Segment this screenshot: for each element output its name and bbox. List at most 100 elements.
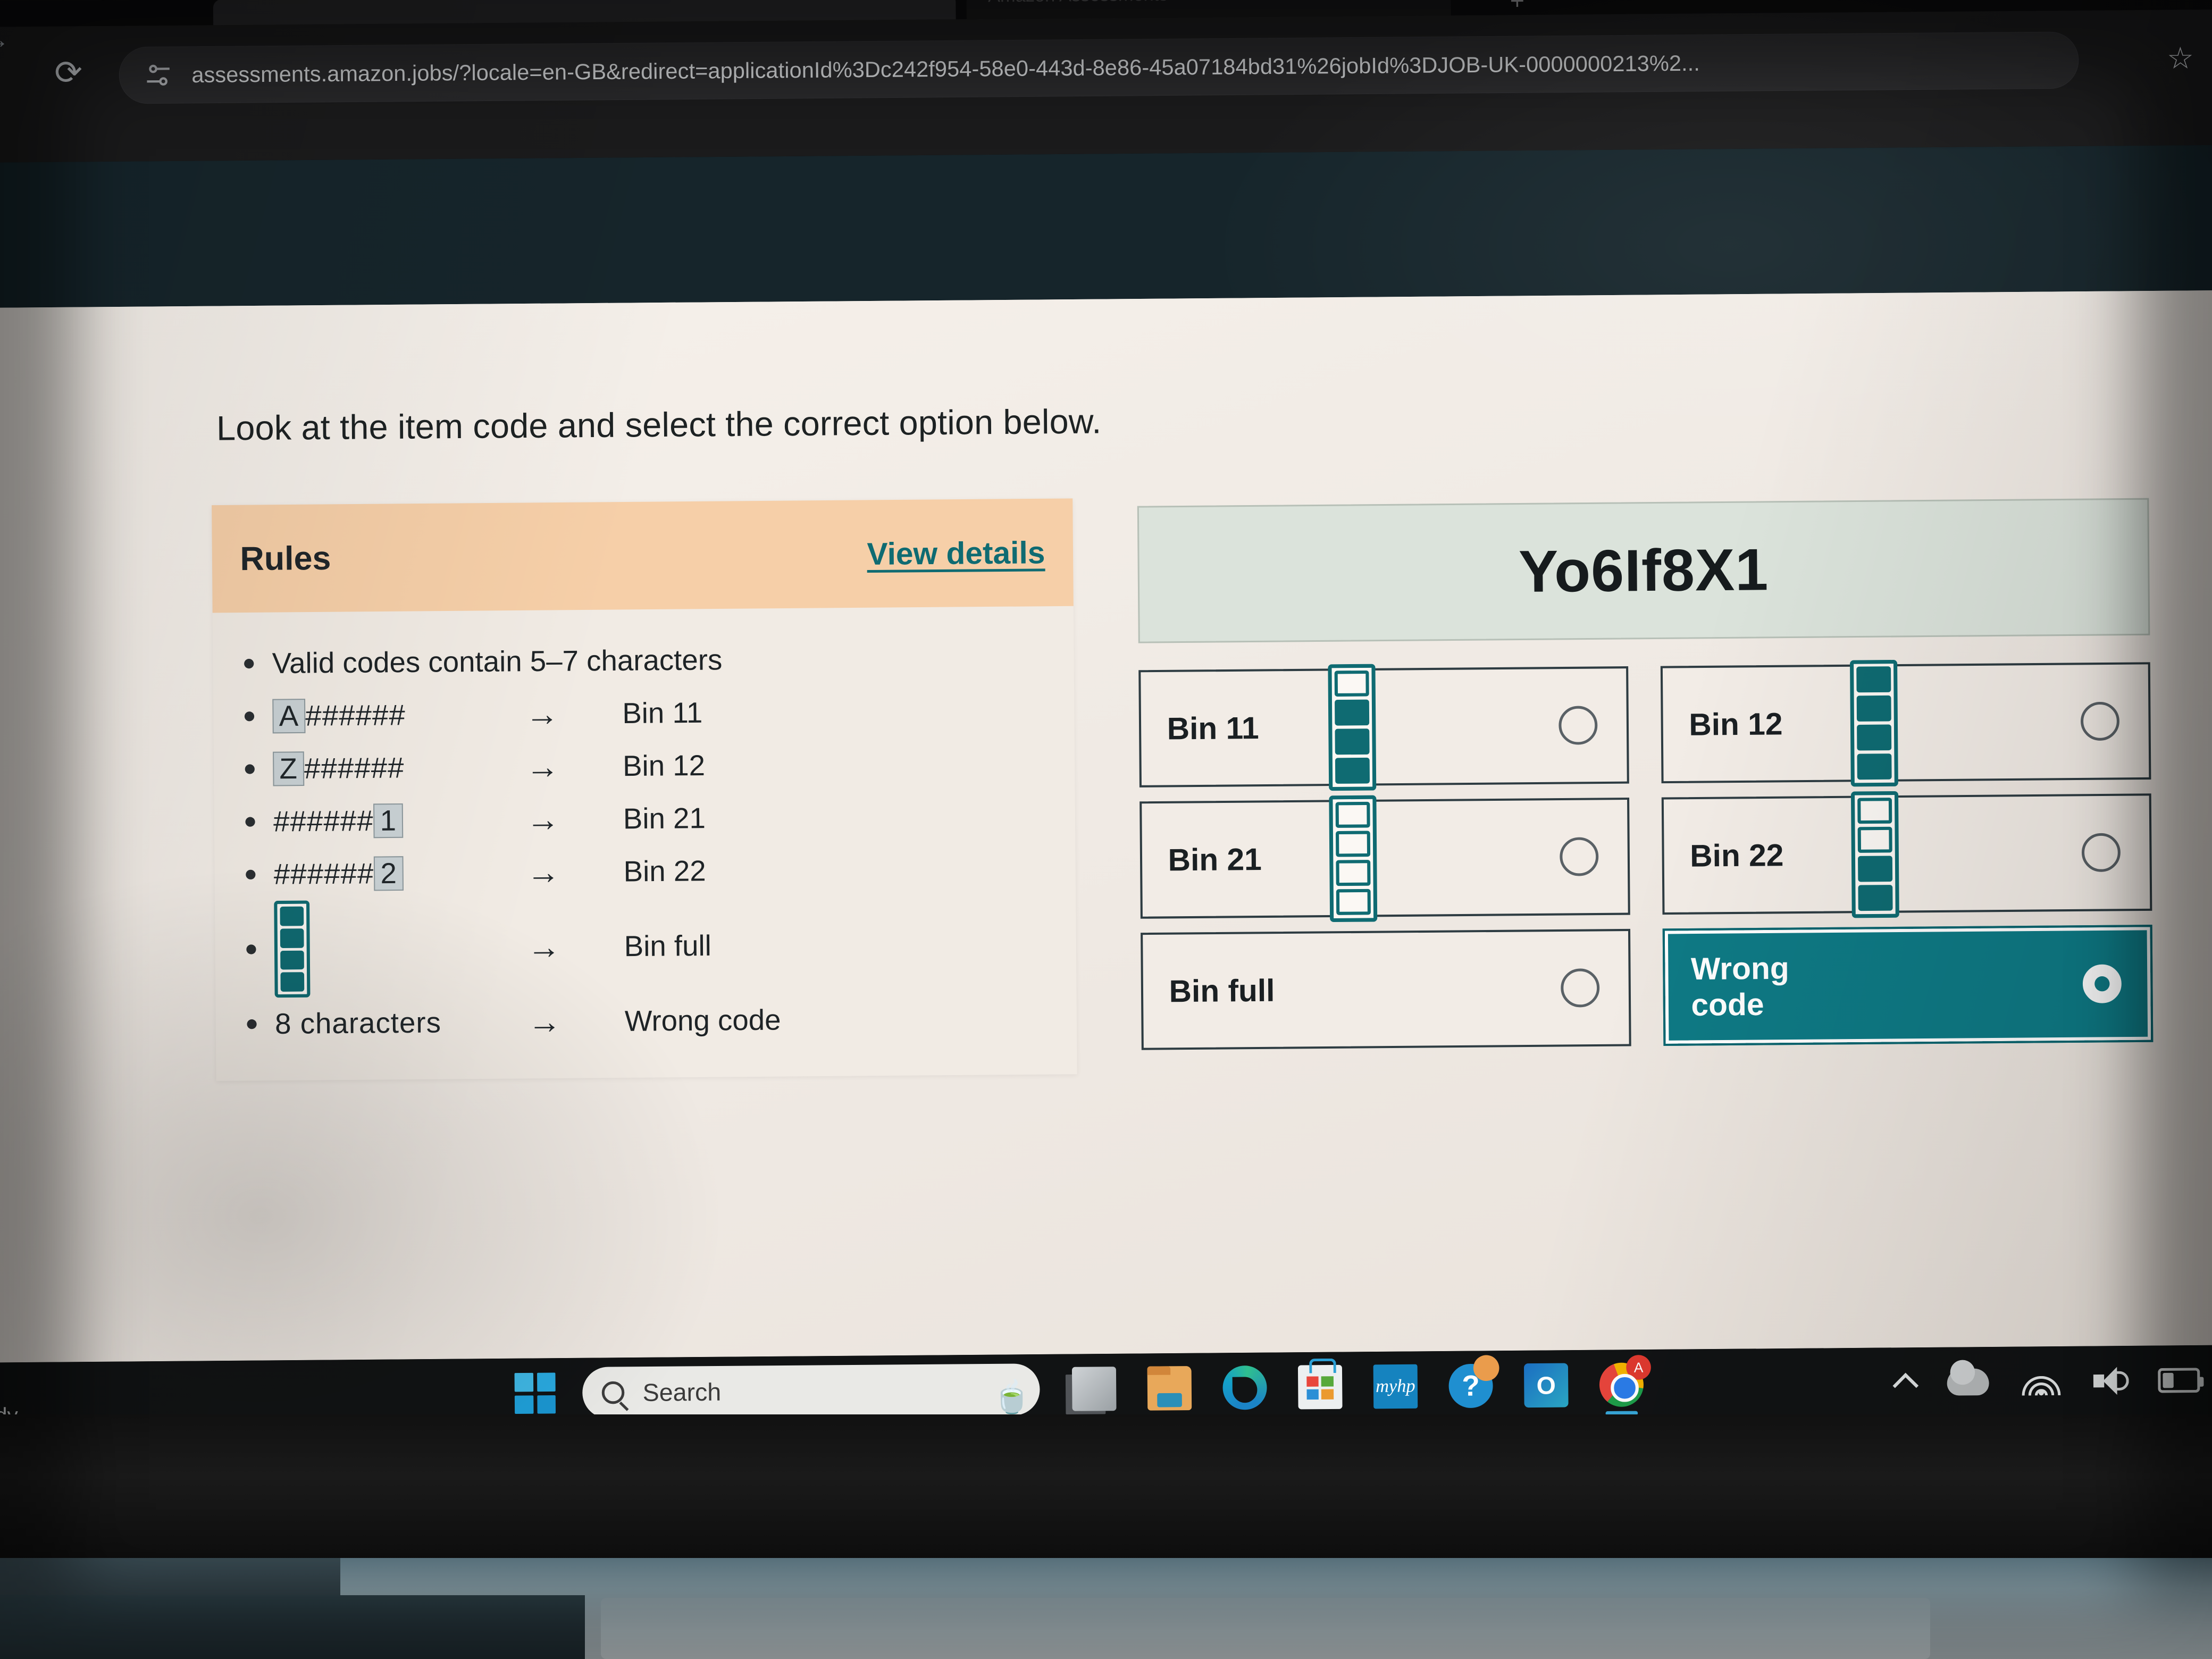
microsoft-store-icon[interactable] xyxy=(1297,1364,1343,1410)
bullet-icon xyxy=(246,944,256,954)
myhp-label: myhp xyxy=(1375,1376,1415,1397)
rule-destination: Bin 12 xyxy=(622,749,706,783)
reload-icon[interactable]: ⟳ xyxy=(47,54,90,98)
weather-cloud-icon[interactable] xyxy=(1947,1368,1989,1396)
search-input[interactable]: Search 🍵 xyxy=(582,1363,1040,1419)
address-bar[interactable]: assessments.amazon.jobs/?locale=en-GB&re… xyxy=(119,32,2079,104)
answer-option-label: Bin 12 xyxy=(1689,706,1783,742)
bin-slot xyxy=(1334,670,1369,697)
rule-highlight-char: Z xyxy=(273,751,305,786)
bin-slot xyxy=(1336,889,1371,916)
answer-option-label: Bin 11 xyxy=(1167,710,1259,747)
laptop-photo: Amazon Assessments + → ⟳ assessments.ama… xyxy=(0,0,2212,1659)
answer-option-radio[interactable] xyxy=(1559,706,1598,745)
bin-slot xyxy=(280,972,305,992)
rule-pattern-text: ###### xyxy=(304,751,405,785)
weather-temperature: °C xyxy=(0,1370,84,1401)
browser-tab-active[interactable] xyxy=(213,0,956,26)
answer-option-bin xyxy=(1328,664,1377,791)
get-help-icon[interactable]: ? xyxy=(1448,1363,1493,1409)
arrow-right-icon: → xyxy=(525,695,559,733)
rule-pattern-text: ###### xyxy=(273,805,374,838)
rule-destination: Bin full xyxy=(624,929,712,963)
answer-option-bin-12[interactable]: Bin 12 xyxy=(1660,659,2151,786)
search-icon xyxy=(601,1381,625,1404)
google-chrome-icon[interactable]: A xyxy=(1599,1355,1652,1416)
rule-destination: Bin 22 xyxy=(623,854,706,888)
microsoft-edge-icon[interactable] xyxy=(1222,1365,1267,1410)
answer-option-wrong-code[interactable]: Wrong code xyxy=(1662,925,2154,1046)
view-details-link[interactable]: View details xyxy=(867,534,1045,572)
answer-option-radio[interactable] xyxy=(2081,833,2121,873)
rule-highlight-char: 1 xyxy=(373,803,404,839)
bin-slot xyxy=(1335,801,1370,828)
bullet-icon xyxy=(245,764,255,774)
answer-option-bin-22[interactable]: Bin 22 xyxy=(1661,791,2152,918)
rule-pattern-text: ###### xyxy=(305,699,406,732)
answer-option-radio[interactable] xyxy=(2082,964,2122,1003)
laptop-screen: Amazon Assessments + → ⟳ assessments.ama… xyxy=(0,0,2212,1433)
file-explorer-icon[interactable] xyxy=(1147,1366,1192,1411)
show-hidden-icons-chevron[interactable] xyxy=(1892,1372,1919,1399)
bullet-icon xyxy=(244,711,255,722)
laptop-palmrest-left xyxy=(0,1595,585,1659)
bin-slot xyxy=(1335,699,1370,726)
rule-item: ###### 1 → Bin 21 xyxy=(245,789,1044,848)
address-bar-url: assessments.amazon.jobs/?locale=en-GB&re… xyxy=(191,50,1700,87)
answer-option-label: Wrong code xyxy=(1690,951,1789,1023)
rule-item: Z ###### → Bin 12 xyxy=(245,736,1044,795)
site-settings-icon[interactable] xyxy=(143,60,173,90)
bin-fill-icon xyxy=(1328,664,1377,791)
outlook-icon[interactable] xyxy=(1523,1363,1569,1408)
rule-pattern xyxy=(274,899,527,998)
rule-highlight-char: A xyxy=(272,698,306,734)
bin-fill-icon xyxy=(1850,791,1899,918)
answer-option-bin-21[interactable]: Bin 21 xyxy=(1139,795,1630,922)
answer-option-bin-11[interactable]: Bin 11 xyxy=(1138,664,1629,791)
browser-tabstrip: Amazon Assessments + xyxy=(0,0,2212,27)
bin-fill-icon xyxy=(274,900,311,998)
arrow-right-icon: → xyxy=(527,1003,562,1041)
chrome-profile-badge: A xyxy=(1626,1355,1652,1380)
answer-option-radio[interactable] xyxy=(1560,837,1599,876)
battery-icon[interactable] xyxy=(2158,1368,2200,1393)
rule-pattern: A ###### xyxy=(272,697,525,734)
bullet-icon xyxy=(247,1019,257,1029)
answer-option-bin xyxy=(1329,795,1378,922)
rule-destination: Bin 21 xyxy=(623,802,706,835)
arrow-right-icon: → xyxy=(525,748,559,786)
answer-option-label: Bin 22 xyxy=(1689,837,1784,874)
star-icon[interactable]: ☆ xyxy=(2167,41,2194,75)
assessment-header: EN (UK) ? xyxy=(0,145,2212,422)
bin-fill-icon xyxy=(1329,795,1378,922)
search-illustration-icon: 🍵 xyxy=(992,1379,1032,1415)
bullet-icon xyxy=(245,817,255,827)
bin-fill-icon xyxy=(1849,659,1898,786)
rule-pattern-text: ###### xyxy=(273,857,374,891)
windows-start-icon[interactable] xyxy=(514,1372,556,1414)
task-view-icon[interactable] xyxy=(1071,1367,1117,1411)
bin-slot xyxy=(1858,856,1893,882)
rule-pattern: 8 characters xyxy=(275,1006,528,1041)
bin-slot xyxy=(1857,724,1892,751)
browser-chrome: Amazon Assessments + → ⟳ assessments.ama… xyxy=(0,0,2212,163)
bin-slot xyxy=(1857,753,1892,780)
answer-option-bin-full[interactable]: Bin full xyxy=(1141,928,1631,1050)
answer-option-bin xyxy=(1849,659,1898,786)
page-title: Look at the item code and select the cor… xyxy=(216,401,1102,448)
answer-option-label: Bin 21 xyxy=(1168,841,1262,877)
wifi-icon[interactable] xyxy=(2021,1367,2061,1396)
taskbar-app-icons: myhp ? A xyxy=(1071,1355,1652,1416)
bullet-icon xyxy=(246,869,256,879)
plus-icon[interactable]: + xyxy=(1510,0,1525,15)
myhp-icon[interactable]: myhp xyxy=(1373,1364,1418,1409)
forward-arrow-icon[interactable]: → xyxy=(0,27,9,54)
item-code-value: Yo6If8X1 xyxy=(1518,537,1769,605)
rule-item: A ###### → Bin 11 xyxy=(244,684,1044,743)
answer-option-bin xyxy=(1850,791,1899,918)
bin-slot xyxy=(1336,860,1371,886)
volume-icon[interactable] xyxy=(2093,1365,2129,1396)
answer-option-radio[interactable] xyxy=(2080,701,2120,741)
answer-option-radio[interactable] xyxy=(1561,968,1600,1008)
arrow-right-icon: → xyxy=(527,928,561,966)
